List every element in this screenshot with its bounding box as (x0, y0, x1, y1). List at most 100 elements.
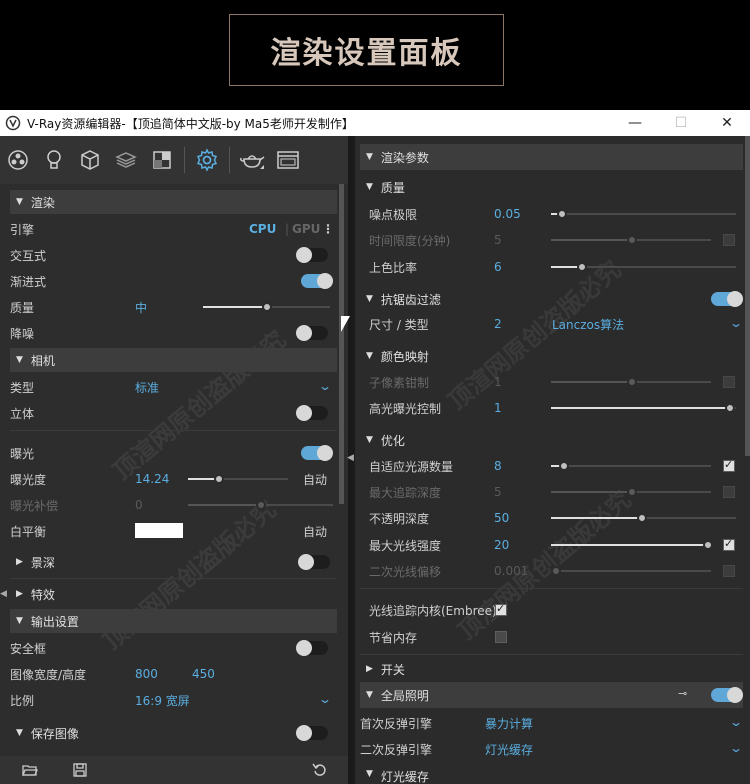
save-icon[interactable] (72, 762, 88, 778)
section-switches[interactable]: ▶ 开关 (360, 656, 743, 682)
close-button[interactable]: ✕ (704, 110, 750, 136)
row-secondary-bias: 二次光线偏移 0.001 (355, 558, 750, 584)
settings-gear-icon[interactable] (189, 142, 225, 178)
row-exposure: 曝光 (5, 440, 337, 466)
collapse-down-icon: ▼ (16, 616, 23, 626)
section-dof[interactable]: ▶ 景深 (10, 550, 337, 574)
time-slider (551, 235, 711, 245)
collapse-down-icon: ▼ (16, 197, 23, 207)
left-scrollbar[interactable] (338, 184, 345, 744)
wb-auto-label[interactable]: 自动 (303, 523, 327, 540)
asset-toolbar (0, 136, 348, 184)
chevron-down-icon[interactable]: ⌄ (729, 715, 743, 729)
shading-slider[interactable] (551, 262, 736, 272)
embree-checkbox[interactable] (495, 602, 507, 616)
row-filter[interactable]: 尺寸 / 类型 2 Lanczos算法 ⌄ (355, 311, 750, 337)
noise-value[interactable]: 0.05 (494, 207, 521, 221)
stereo-toggle[interactable] (296, 405, 328, 421)
white-balance-swatch[interactable] (135, 523, 183, 538)
adaptive-value[interactable]: 8 (494, 459, 502, 473)
progressive-toggle[interactable] (301, 273, 333, 289)
opacity-slider[interactable] (551, 513, 736, 523)
banner-frame: 渲染设置面板 (229, 14, 504, 86)
section-quality[interactable]: ▼ 质量 (360, 174, 743, 200)
denoise-toggle[interactable] (296, 325, 328, 341)
shading-value[interactable]: 6 (494, 260, 502, 274)
maximize-button[interactable]: ☐ (658, 110, 704, 136)
section-antialiasing[interactable]: ▼ 抗锯齿过滤 (360, 286, 743, 312)
maxray-slider[interactable] (551, 540, 713, 550)
row-primary-engine[interactable]: 首次反弹引擎 暴力计算 ⌄ (355, 710, 750, 736)
adaptive-slider[interactable] (551, 461, 711, 471)
exposure-toggle[interactable] (301, 445, 333, 461)
opacity-value[interactable]: 50 (494, 511, 509, 525)
safe-frame-toggle[interactable] (296, 640, 328, 656)
height-value[interactable]: 450 (192, 667, 215, 681)
quality-slider[interactable] (203, 302, 330, 312)
row-ev-comp: 曝光补偿 0 (5, 492, 337, 518)
gi-toggle[interactable] (711, 687, 743, 703)
section-output[interactable]: ▼ 输出设置 (10, 609, 337, 633)
dof-toggle[interactable] (298, 554, 330, 570)
collapse-down-icon: ▼ (16, 355, 23, 365)
right-scrollbar[interactable] (745, 136, 750, 456)
row-stereo: 立体 (5, 400, 337, 426)
highlight-value[interactable]: 1 (494, 401, 502, 415)
pin-icon[interactable]: ⊸ (678, 687, 687, 700)
section-camera[interactable]: ▼ 相机 (10, 348, 337, 372)
chevron-down-icon[interactable]: ⌄ (318, 692, 332, 706)
interactive-toggle[interactable] (296, 247, 328, 263)
left-panel: 顶渲网原创盗版必究 顶渲网原创盗版必究 ▼ 渲染 引擎 CPU | GPU ⋮ … (0, 136, 348, 784)
engine-cpu-button[interactable]: CPU (249, 222, 276, 236)
render-teapot-icon[interactable] (234, 142, 270, 178)
maxray-checkbox[interactable] (723, 537, 735, 551)
minimize-button[interactable]: — (612, 110, 658, 136)
row-embree: 光线追踪内核(Embree) (355, 597, 750, 623)
divider (10, 430, 337, 431)
section-gi[interactable]: ▼ 全局照明 ⊸ (360, 682, 743, 708)
time-value: 5 (494, 233, 502, 247)
more-options-icon[interactable]: ⋮ (322, 222, 334, 236)
section-save-image[interactable]: ▼ 保存图像 (10, 721, 337, 745)
textures-icon[interactable] (144, 142, 180, 178)
ratio-value: 16:9 宽屏 (135, 693, 190, 708)
open-folder-icon[interactable] (22, 762, 38, 778)
section-render[interactable]: ▼ 渲染 (10, 190, 337, 214)
section-light-cache[interactable]: ▼ 灯光缓存 (360, 766, 743, 784)
chevron-down-icon[interactable]: ⌄ (318, 379, 332, 393)
ev-value[interactable]: 14.24 (135, 472, 169, 486)
chevron-down-icon[interactable]: ⌄ (729, 741, 743, 755)
collapse-arrow-icon[interactable]: ◀ (347, 453, 354, 463)
maxdepth-checkbox (723, 486, 735, 498)
materials-icon[interactable] (0, 142, 36, 178)
row-secondary-engine[interactable]: 二次反弹引擎 灯光缓存 ⌄ (355, 736, 750, 762)
section-render-params[interactable]: ▼ 渲染参数 (360, 144, 743, 170)
section-optimize[interactable]: ▼ 优化 (360, 427, 743, 453)
layers-icon[interactable] (108, 142, 144, 178)
window-titlebar: V-Ray资源编辑器-【顶追简体中文版-by Ma5老师开发制作】 — ☐ ✕ (0, 110, 750, 136)
noise-slider[interactable] (551, 209, 736, 219)
row-ratio[interactable]: 比例 16:9 宽屏 ⌄ (5, 687, 337, 713)
section-color-mapping[interactable]: ▼ 颜色映射 (360, 343, 743, 369)
frame-buffer-icon[interactable] (270, 142, 306, 178)
memory-checkbox[interactable] (495, 631, 507, 643)
chevron-down-icon[interactable]: ⌄ (729, 316, 743, 330)
filter-size-value[interactable]: 2 (494, 317, 502, 331)
row-camera-type[interactable]: 类型 标准 ⌄ (5, 374, 337, 400)
banner: 渲染设置面板 (0, 0, 750, 110)
geometry-icon[interactable] (72, 142, 108, 178)
reset-icon[interactable] (312, 762, 328, 778)
engine-gpu-button[interactable]: GPU (292, 222, 320, 236)
aa-toggle[interactable] (711, 291, 743, 307)
width-value[interactable]: 800 (135, 667, 158, 681)
adaptive-checkbox[interactable] (723, 458, 735, 472)
ev-auto-label[interactable]: 自动 (303, 471, 327, 488)
collapse-left-icon[interactable]: ◀ (0, 589, 7, 599)
save-image-toggle[interactable] (296, 725, 328, 741)
ev-slider[interactable] (188, 474, 288, 484)
highlight-slider[interactable] (551, 403, 736, 413)
expand-right-icon: ▶ (16, 557, 23, 567)
lights-icon[interactable] (36, 142, 72, 178)
maxray-value[interactable]: 20 (494, 538, 509, 552)
section-effects[interactable]: ▶ 特效 (10, 582, 337, 606)
